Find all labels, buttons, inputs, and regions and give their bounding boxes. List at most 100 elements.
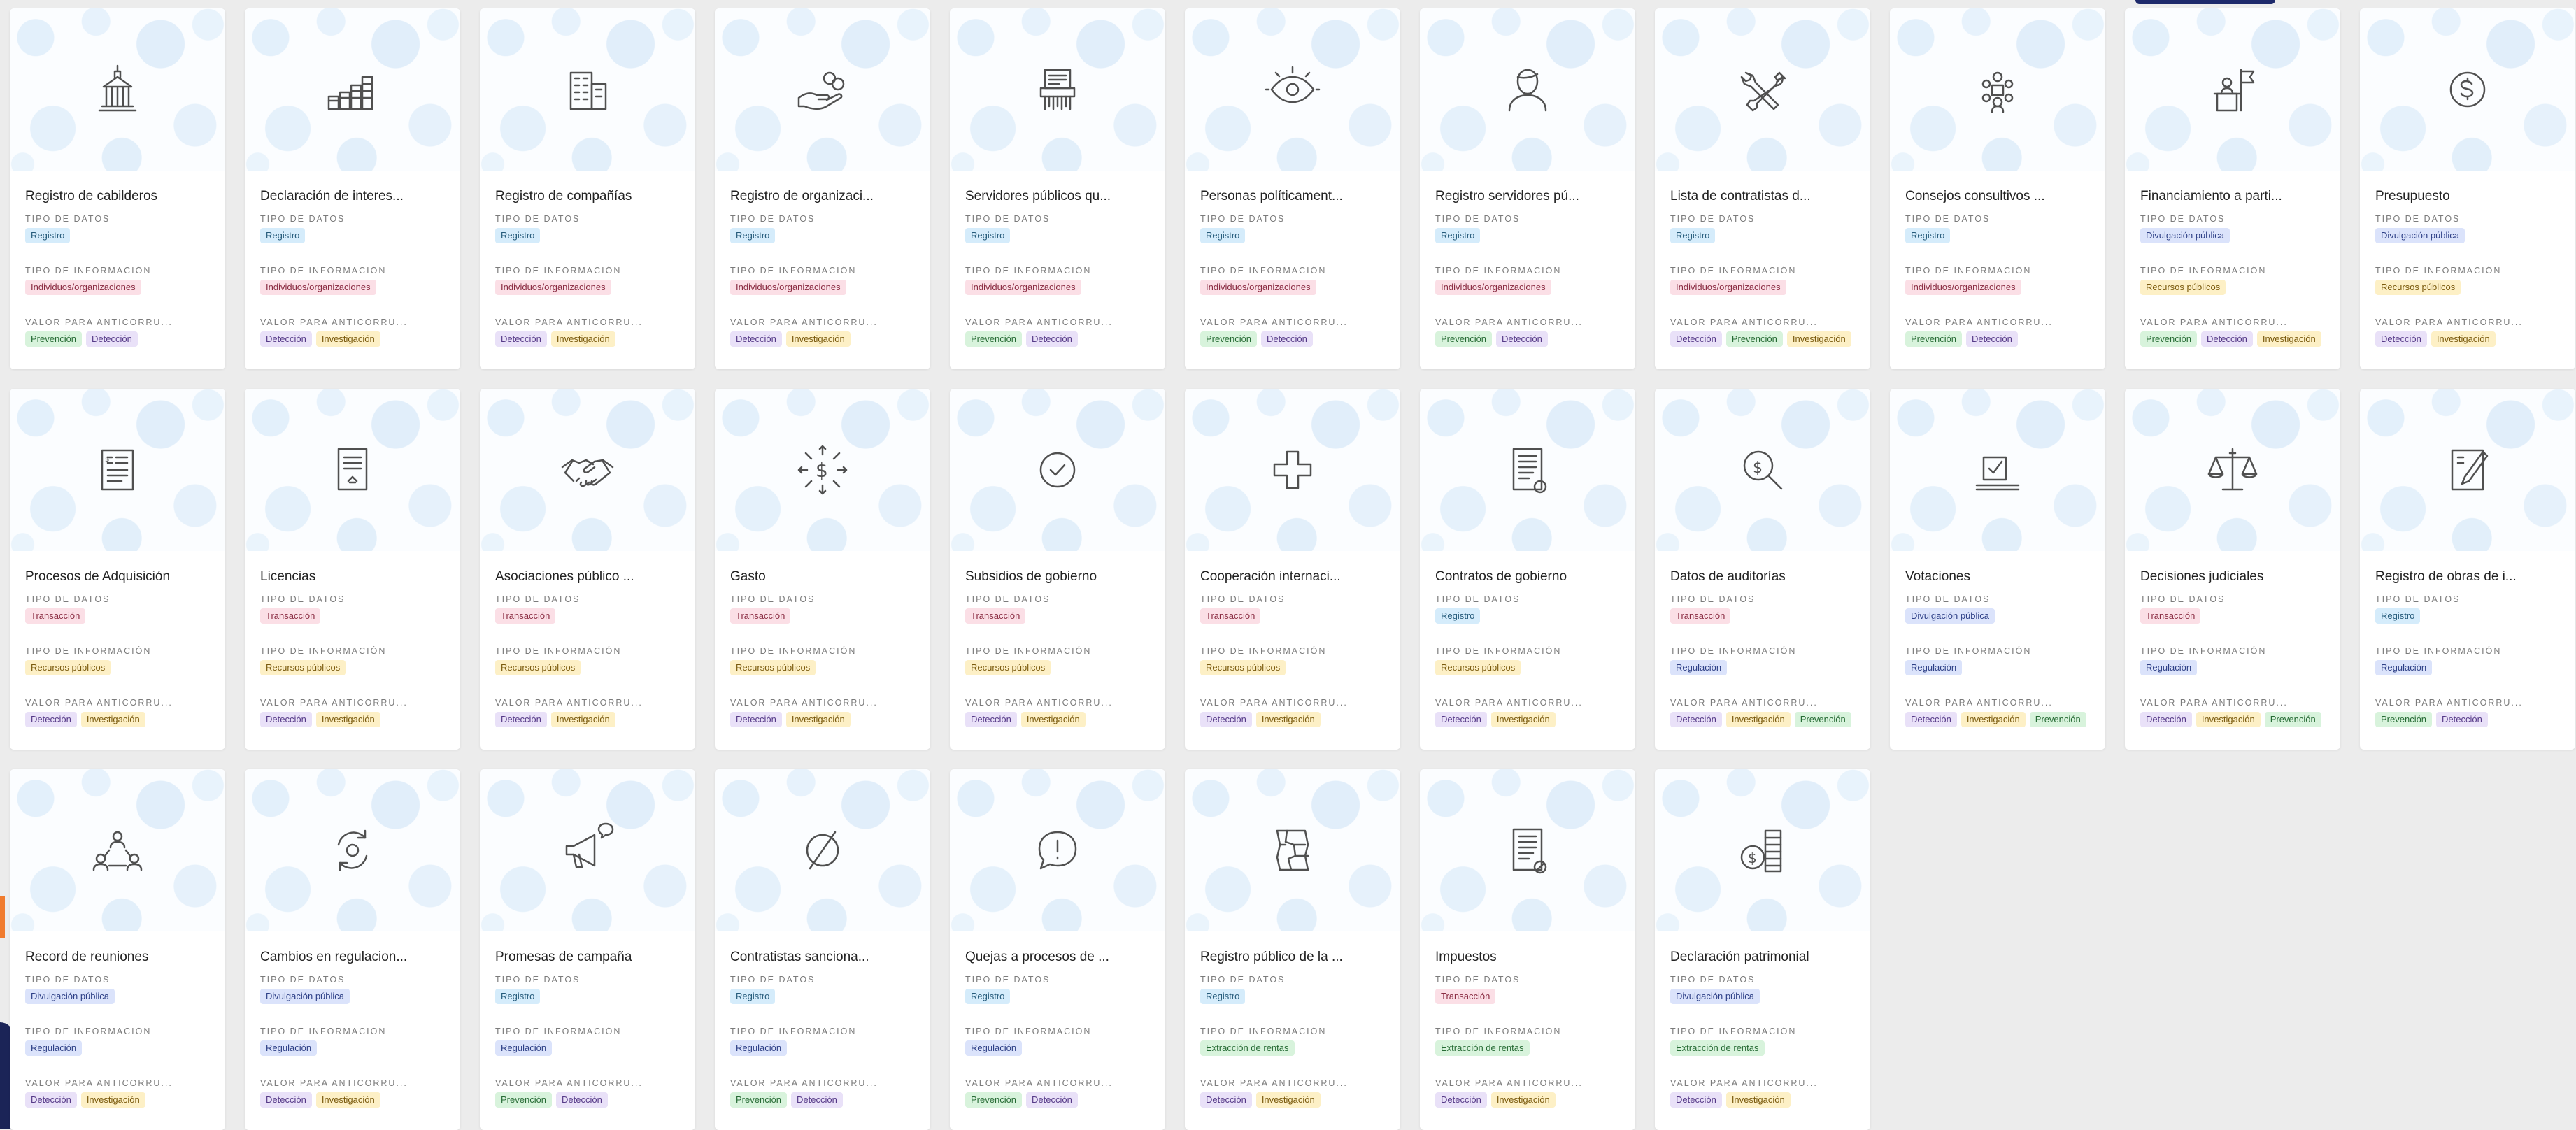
tag-chip: Detección bbox=[1496, 331, 1548, 347]
valor-chips: Prevención Detección bbox=[1905, 331, 2090, 348]
dataset-card[interactable]: $ Procesos de Adquisición TIPO DE DATOS … bbox=[10, 389, 225, 750]
card-title: Servidores públicos qu... bbox=[965, 189, 1111, 203]
valor-label: VALOR PARA ANTICORRU... bbox=[495, 1078, 643, 1088]
tipo-info-chips: Recursos públicos bbox=[1200, 660, 1385, 677]
tag-chip: Investigación bbox=[315, 1092, 380, 1108]
card-title: Registro de cabilderos bbox=[25, 189, 158, 203]
tag-chip: Individuos/organizaciones bbox=[495, 280, 611, 295]
tipo-datos-label: TIPO DE DATOS bbox=[1905, 214, 1991, 224]
dataset-card[interactable]: Declaración de interes... TIPO DE DATOS … bbox=[245, 8, 460, 369]
tipo-info-label: TIPO DE INFORMACIÓN bbox=[1200, 646, 1327, 656]
dataset-card[interactable]: Asociaciones público ... TIPO DE DATOS T… bbox=[480, 389, 695, 750]
dataset-card[interactable]: Licencias TIPO DE DATOS Transacción TIPO… bbox=[245, 389, 460, 750]
card-body: Lista de contratistas d... TIPO DE DATOS… bbox=[1655, 171, 1870, 348]
tipo-datos-chips: Registro bbox=[1670, 228, 1855, 245]
tag-chip: Recursos públicos bbox=[495, 660, 581, 675]
dataset-card[interactable]: Subsidios de gobierno TIPO DE DATOS Tran… bbox=[950, 389, 1165, 750]
contract-document-icon bbox=[1494, 436, 1561, 503]
card-body: Personas políticament... TIPO DE DATOS R… bbox=[1185, 171, 1400, 348]
card-body: Registro público de la ... TIPO DE DATOS… bbox=[1185, 931, 1400, 1109]
dataset-card[interactable]: $ Gasto TIPO DE DATOS Transacción TIPO D… bbox=[715, 389, 930, 750]
scales-icon bbox=[2199, 436, 2266, 503]
tag-chip: Recursos públicos bbox=[25, 660, 111, 675]
tag-chip: Transacción bbox=[2140, 608, 2201, 624]
valor-label: VALOR PARA ANTICORRU... bbox=[730, 1078, 878, 1088]
tag-chip: Registro bbox=[730, 989, 776, 1004]
dataset-card[interactable]: Registro público de la ... TIPO DE DATOS… bbox=[1185, 769, 1400, 1130]
dataset-card[interactable]: Registro de cabilderos TIPO DE DATOS Reg… bbox=[10, 8, 225, 369]
card-body: Declaración de interes... TIPO DE DATOS … bbox=[245, 171, 460, 348]
tag-chip: Transacción bbox=[25, 608, 86, 624]
tag-chip: Regulación bbox=[730, 1040, 788, 1056]
dataset-card[interactable]: Servidores públicos qu... TIPO DE DATOS … bbox=[950, 8, 1165, 369]
tag-chip: Detección bbox=[86, 331, 138, 347]
card-title: Registro servidores pú... bbox=[1435, 189, 1579, 203]
dataset-card[interactable]: Contratos de gobierno TIPO DE DATOS Regi… bbox=[1420, 389, 1635, 750]
dataset-card[interactable]: Impuestos TIPO DE DATOS Transacción TIPO… bbox=[1420, 769, 1635, 1130]
tipo-info-chips: Regulación bbox=[1670, 660, 1855, 677]
dataset-card[interactable]: $ Declaración patrimonial TIPO DE DATOS … bbox=[1655, 769, 1870, 1130]
tipo-datos-chips: Divulgación pública bbox=[2140, 228, 2325, 245]
tipo-info-label: TIPO DE INFORMACIÓN bbox=[25, 266, 152, 276]
dataset-card[interactable]: Quejas a procesos de ... TIPO DE DATOS R… bbox=[950, 769, 1165, 1130]
dataset-card[interactable]: Registro de compañías TIPO DE DATOS Regi… bbox=[480, 8, 695, 369]
tag-chip: Registro bbox=[1200, 989, 1246, 1004]
paper-shredder-icon bbox=[1024, 56, 1091, 123]
tag-chip: Divulgación pública bbox=[25, 989, 115, 1004]
dataset-card[interactable]: Record de reuniones TIPO DE DATOS Divulg… bbox=[10, 769, 225, 1130]
tag-chip: Regulación bbox=[1905, 660, 1963, 675]
card-illustration bbox=[1890, 8, 2105, 171]
tag-chip: Regulación bbox=[2375, 660, 2433, 675]
tipo-info-chips: Individuos/organizaciones bbox=[1905, 280, 2090, 296]
tag-chip: Registro bbox=[25, 228, 71, 243]
tipo-datos-label: TIPO DE DATOS bbox=[260, 214, 346, 224]
card-body: Datos de auditorías TIPO DE DATOS Transa… bbox=[1655, 551, 1870, 729]
valor-label: VALOR PARA ANTICORRU... bbox=[965, 317, 1113, 327]
valor-label: VALOR PARA ANTICORRU... bbox=[2375, 698, 2523, 708]
card-title: Registro de organizaci... bbox=[730, 189, 874, 203]
dataset-card[interactable]: Registro de organizaci... TIPO DE DATOS … bbox=[715, 8, 930, 369]
tipo-info-label: TIPO DE INFORMACIÓN bbox=[2375, 266, 2502, 276]
dataset-card[interactable]: Promesas de campaña TIPO DE DATOS Regist… bbox=[480, 769, 695, 1130]
card-body: Quejas a procesos de ... TIPO DE DATOS R… bbox=[950, 931, 1165, 1109]
tag-chip: Registro bbox=[495, 228, 541, 243]
tag-chip: Recursos públicos bbox=[965, 660, 1051, 675]
dataset-card[interactable]: Registro de obras de i... TIPO DE DATOS … bbox=[2360, 389, 2575, 750]
dataset-card[interactable]: Consejos consultivos ... TIPO DE DATOS R… bbox=[1890, 8, 2105, 369]
valor-chips: Prevención Detección bbox=[730, 1092, 915, 1109]
dataset-card[interactable]: Registro servidores pú... TIPO DE DATOS … bbox=[1420, 8, 1635, 369]
dataset-card[interactable]: Contratistas sanciona... TIPO DE DATOS R… bbox=[715, 769, 930, 1130]
valor-chips: Detección Investigación bbox=[730, 331, 915, 348]
dataset-card[interactable]: $ Datos de auditorías TIPO DE DATOS Tran… bbox=[1655, 389, 1870, 750]
dataset-card[interactable]: Cambios en regulacion... TIPO DE DATOS D… bbox=[245, 769, 460, 1130]
dataset-card[interactable]: Decisiones judiciales TIPO DE DATOS Tran… bbox=[2125, 389, 2340, 750]
tipo-info-chips: Individuos/organizaciones bbox=[25, 280, 210, 296]
tag-chip: Detección bbox=[260, 331, 312, 347]
tag-chip: Individuos/organizaciones bbox=[1905, 280, 2021, 295]
tipo-info-label: TIPO DE INFORMACIÓN bbox=[2140, 646, 2267, 656]
tipo-datos-chips: Registro bbox=[965, 228, 1150, 245]
valor-label: VALOR PARA ANTICORRU... bbox=[1435, 1078, 1583, 1088]
dataset-card[interactable]: Personas políticament... TIPO DE DATOS R… bbox=[1185, 8, 1400, 369]
tipo-info-chips: Extracción de rentas bbox=[1435, 1040, 1620, 1057]
dataset-card[interactable]: Votaciones TIPO DE DATOS Divulgación púb… bbox=[1890, 389, 2105, 750]
card-illustration bbox=[1185, 8, 1400, 171]
card-body: Registro de cabilderos TIPO DE DATOS Reg… bbox=[10, 171, 225, 348]
dataset-card[interactable]: Lista de contratistas d... TIPO DE DATOS… bbox=[1655, 8, 1870, 369]
valor-chips: Detección Investigación bbox=[495, 331, 680, 348]
tipo-datos-label: TIPO DE DATOS bbox=[2375, 214, 2461, 224]
dataset-card[interactable]: Presupuesto TIPO DE DATOS Divulgación pú… bbox=[2360, 8, 2575, 369]
dataset-card[interactable]: Cooperación internaci... TIPO DE DATOS T… bbox=[1185, 389, 1400, 750]
card-illustration bbox=[480, 8, 695, 171]
card-illustration bbox=[245, 389, 460, 551]
dataset-card[interactable]: Financiamiento a parti... TIPO DE DATOS … bbox=[2125, 8, 2340, 369]
card-body: Decisiones judiciales TIPO DE DATOS Tran… bbox=[2125, 551, 2340, 729]
tag-chip: Transacción bbox=[1435, 989, 1496, 1004]
tipo-info-label: TIPO DE INFORMACIÓN bbox=[2140, 266, 2267, 276]
card-body: Cooperación internaci... TIPO DE DATOS T… bbox=[1185, 551, 1400, 729]
tipo-datos-label: TIPO DE DATOS bbox=[1670, 594, 1756, 604]
tipo-info-label: TIPO DE INFORMACIÓN bbox=[2375, 646, 2502, 656]
card-title: Contratos de gobierno bbox=[1435, 569, 1567, 584]
refresh-cycle-icon bbox=[319, 817, 386, 884]
tipo-datos-label: TIPO DE DATOS bbox=[1435, 975, 1521, 985]
